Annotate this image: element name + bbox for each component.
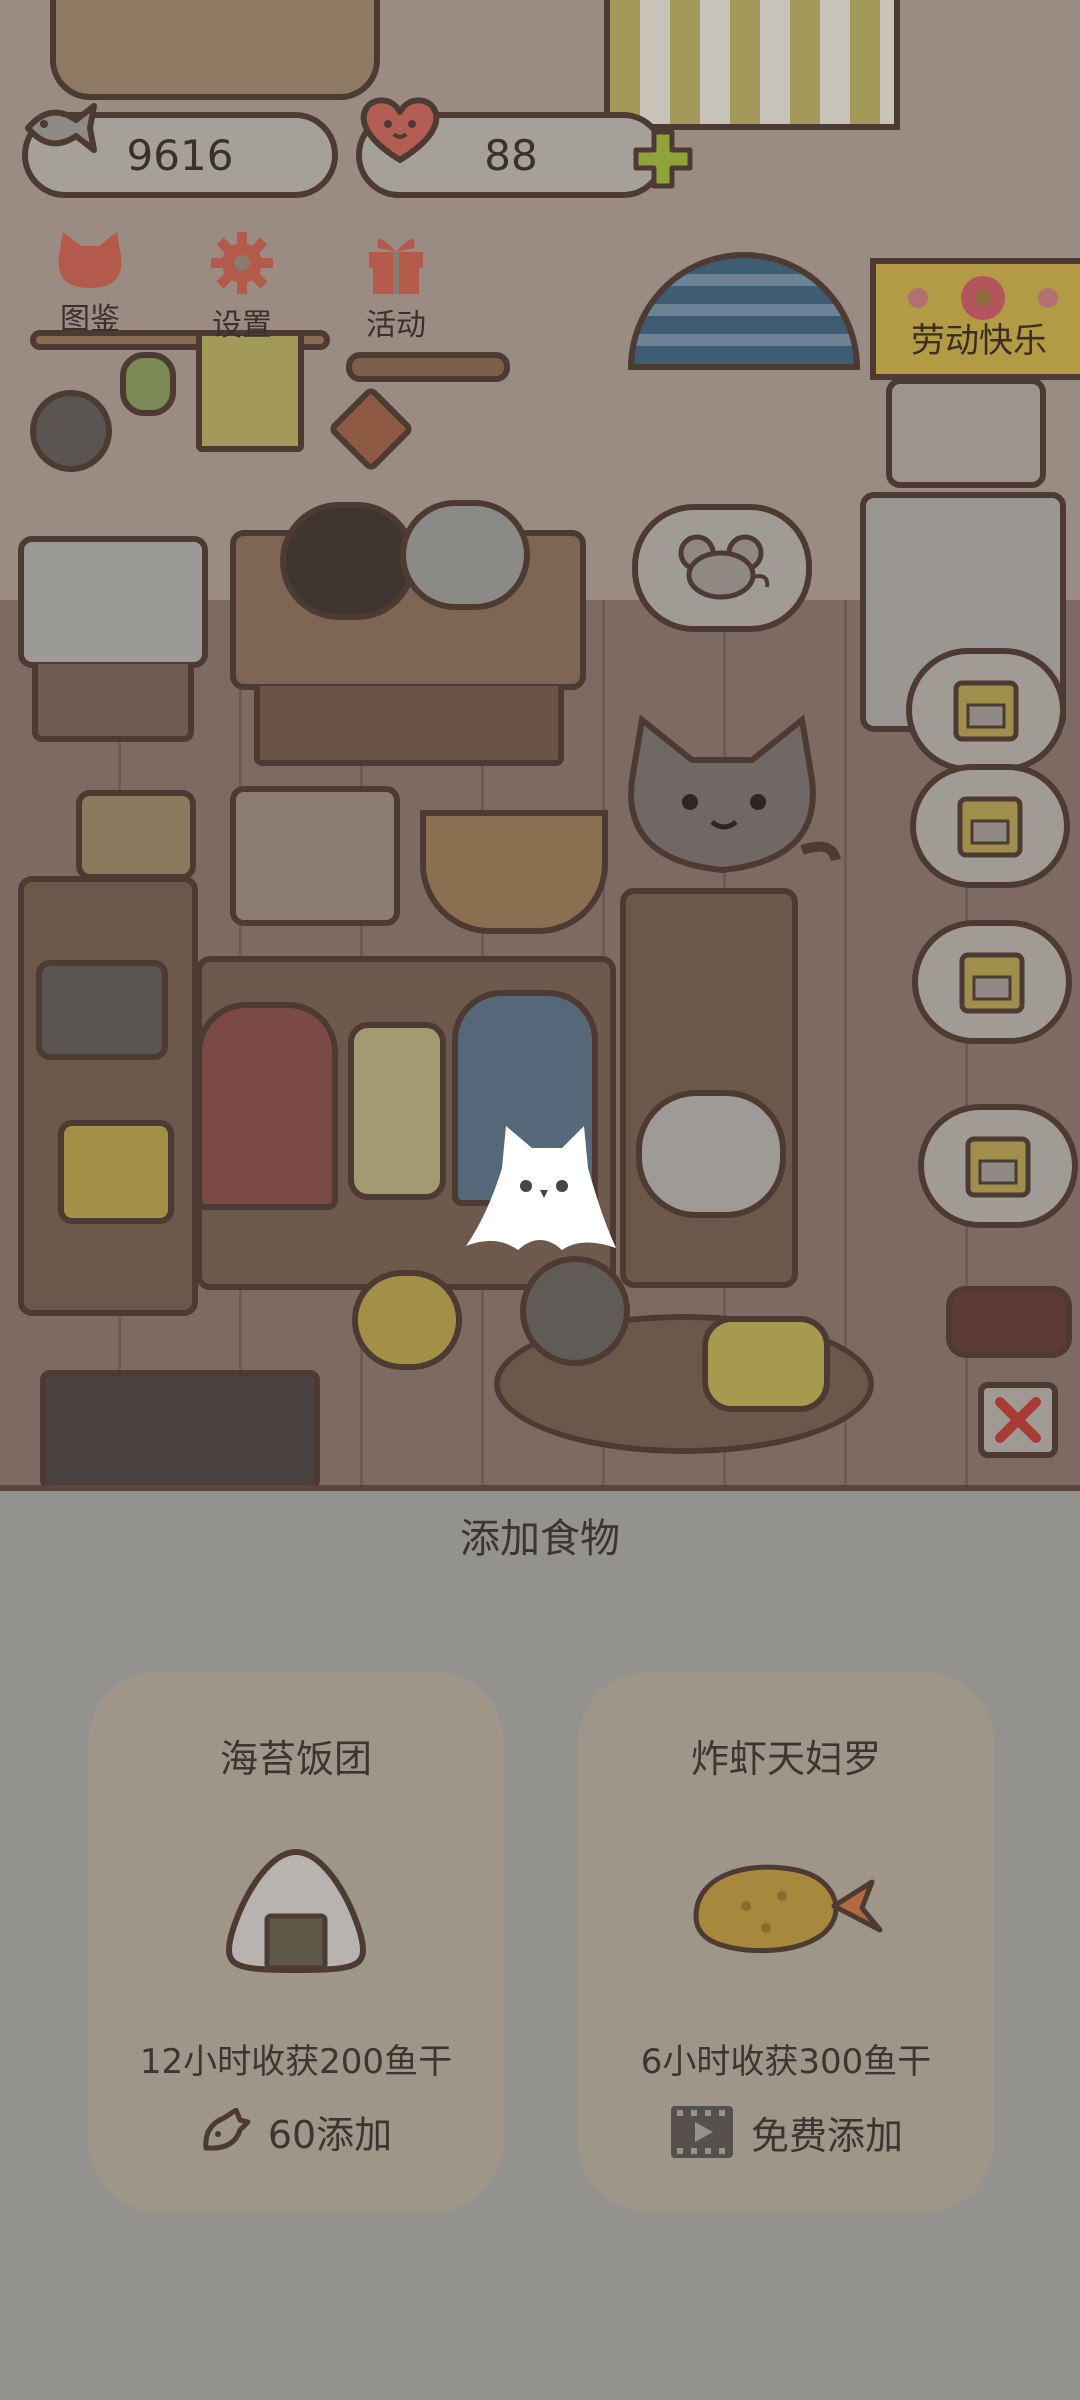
settings-button[interactable]: 设置 xyxy=(182,230,302,344)
toaster xyxy=(36,960,168,1060)
frying-pan xyxy=(30,390,112,472)
oven-mitt xyxy=(120,352,176,416)
food-bag-icon xyxy=(965,1136,1031,1198)
appliance-stack xyxy=(620,888,798,1288)
events-button[interactable]: 活动 xyxy=(336,230,456,344)
striped-curtain xyxy=(604,0,900,130)
wooden-tub xyxy=(50,0,380,100)
food-request-bubble[interactable] xyxy=(910,764,1070,888)
microwave xyxy=(886,378,1046,488)
blender xyxy=(348,1022,446,1200)
food-bag-icon xyxy=(953,680,1019,742)
food-name: 炸虾天妇罗 xyxy=(690,1737,881,1781)
close-icon xyxy=(995,1397,1041,1443)
fish-count: 9616 xyxy=(126,130,234,180)
gift-icon xyxy=(369,238,423,294)
table-legs xyxy=(254,686,564,766)
grill-fire xyxy=(40,1370,320,1485)
heart-icon xyxy=(360,97,440,163)
food-request-bubble[interactable] xyxy=(912,920,1072,1044)
plus-icon[interactable] xyxy=(632,128,694,190)
add-with-fish-button[interactable]: 60添加 xyxy=(88,2104,504,2159)
saucepan xyxy=(400,500,530,610)
food-card-shrimp-tempura[interactable]: 炸虾天妇罗 6小时收获300鱼干 免费添加 xyxy=(578,1672,994,2212)
bread-basket xyxy=(76,790,196,880)
mouse-thought-bubble[interactable] xyxy=(632,504,812,632)
hanging-rack xyxy=(346,352,510,382)
cat-face-icon xyxy=(58,232,122,288)
desk-fan xyxy=(520,1256,630,1366)
sink-legs xyxy=(32,664,194,742)
veggie-basket xyxy=(420,810,608,934)
fish-icon xyxy=(25,103,97,153)
cooking-pot xyxy=(280,502,416,620)
towel xyxy=(196,330,304,452)
water-bowl xyxy=(946,1286,1072,1358)
flower-icon xyxy=(908,276,1058,320)
food-bag-icon xyxy=(959,952,1025,1014)
mouse-icon xyxy=(678,534,770,600)
rice-ball-icon xyxy=(226,1849,366,1973)
settings-label: 设置 xyxy=(212,308,272,343)
food-name: 海苔饭团 xyxy=(219,1737,372,1781)
food-bag-icon xyxy=(957,796,1023,858)
shrimp-tempura-icon xyxy=(693,1864,883,1954)
ice-machine-red xyxy=(196,1002,338,1210)
ghost-cat-icon[interactable] xyxy=(462,1118,622,1258)
food-scale xyxy=(58,1120,174,1224)
events-label: 活动 xyxy=(366,308,426,343)
food-card-rice-ball[interactable]: 海苔饭团 12小时收获200鱼干 60添加 xyxy=(88,1672,504,2212)
free-add-label: 免费添加 xyxy=(750,2113,903,2158)
food-reward: 6小时收获300鱼干 xyxy=(640,2042,932,2082)
food-reward: 12小时收获200鱼干 xyxy=(139,2042,453,2082)
kettle xyxy=(352,1270,462,1370)
video-icon xyxy=(670,2106,733,2158)
panel-title: 添加食物 xyxy=(460,1516,620,1562)
fish-icon xyxy=(203,2107,251,2151)
produce-crate xyxy=(230,786,400,926)
left-shelf xyxy=(18,876,198,1316)
tabby-cat[interactable] xyxy=(612,710,842,910)
food-request-bubble[interactable] xyxy=(918,1104,1078,1228)
kitchen-scene xyxy=(0,0,1080,1485)
rice-cooker xyxy=(636,1090,786,1218)
close-button[interactable] xyxy=(978,1382,1058,1458)
sink-counter xyxy=(18,536,208,668)
catalog-label: 图鉴 xyxy=(60,302,120,337)
heart-count: 88 xyxy=(484,130,538,180)
labor-day-banner[interactable]: 劳动快乐 xyxy=(870,258,1080,380)
catalog-button[interactable]: 图鉴 xyxy=(30,230,150,338)
telephone xyxy=(702,1316,830,1412)
food-request-bubble[interactable] xyxy=(906,648,1066,772)
free-add-button[interactable]: 免费添加 xyxy=(578,2104,994,2160)
gear-icon xyxy=(211,232,273,294)
add-with-fish-label: 60添加 xyxy=(267,2113,393,2157)
